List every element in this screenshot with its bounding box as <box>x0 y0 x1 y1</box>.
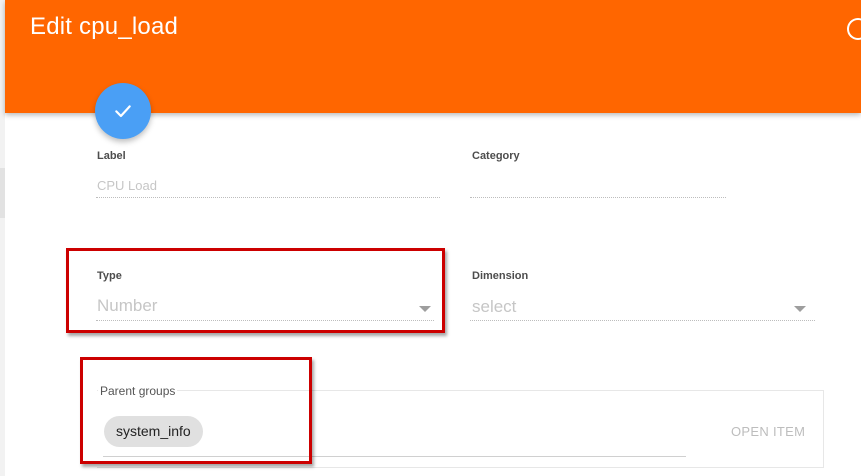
chevron-down-icon[interactable] <box>794 306 806 312</box>
dimension-select-underline <box>470 320 815 321</box>
category-field-underline <box>470 197 726 198</box>
category-field-label: Category <box>472 150 520 162</box>
label-field-value[interactable]: CPU Load <box>97 178 157 193</box>
label-field-label: Label <box>97 150 126 162</box>
check-icon <box>115 105 131 118</box>
save-button[interactable] <box>95 83 151 139</box>
dimension-select-value[interactable]: select <box>472 297 516 317</box>
parent-groups-highlight-box <box>80 357 312 464</box>
refresh-icon[interactable] <box>847 18 861 40</box>
dimension-select-label: Dimension <box>472 270 529 282</box>
background-panel-mark <box>0 168 5 218</box>
label-field-underline <box>96 197 440 198</box>
type-highlight-box <box>66 248 445 333</box>
open-item-button[interactable]: OPEN ITEM <box>731 424 805 439</box>
dialog-title: Edit cpu_load <box>30 13 179 40</box>
